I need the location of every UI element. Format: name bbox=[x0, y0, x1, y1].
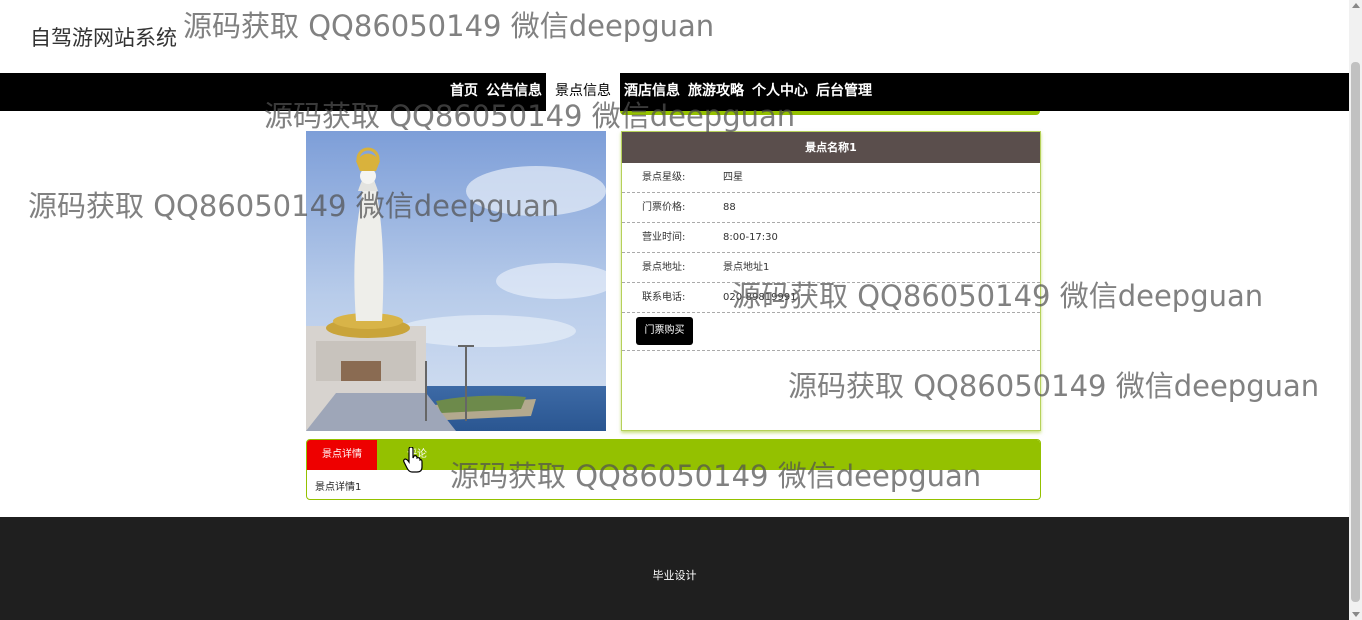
main-nav: 首页 公告信息 景点信息 酒店信息 旅游攻略 个人中心 后台管理 bbox=[0, 73, 1349, 111]
attraction-image bbox=[306, 131, 606, 431]
footer-text: 毕业设计 bbox=[652, 569, 697, 582]
page-scrollbar[interactable] bbox=[1349, 0, 1362, 620]
info-row-hours: 营业时间: 8:00-17:30 bbox=[622, 223, 1040, 253]
rating-value: 四星 bbox=[723, 172, 743, 183]
site-footer: 毕业设计 bbox=[0, 517, 1349, 620]
buy-row: 门票购买 bbox=[622, 313, 1040, 351]
price-label: 门票价格: bbox=[642, 202, 686, 213]
info-row-rating: 景点星级: 四星 bbox=[622, 163, 1040, 193]
nav-item-hotels[interactable]: 酒店信息 bbox=[620, 73, 684, 111]
nav-item-user-center[interactable]: 个人中心 bbox=[748, 73, 812, 111]
address-value: 景点地址1 bbox=[723, 262, 770, 273]
nav-item-home[interactable]: 首页 bbox=[446, 73, 482, 111]
buy-ticket-button[interactable]: 门票购买 bbox=[636, 317, 693, 345]
tab-content: 景点详情1 bbox=[315, 482, 362, 493]
scroll-down-icon[interactable] bbox=[1352, 612, 1360, 617]
attraction-info-panel: 景点名称1 景点星级: 四星 门票价格: 88 营业时间: 8:00-17:30… bbox=[621, 131, 1041, 431]
tab-attraction-details[interactable]: 景点详情 bbox=[307, 440, 377, 470]
info-row-phone: 联系电话: 020-89819991 bbox=[622, 283, 1040, 313]
address-label: 景点地址: bbox=[642, 262, 686, 273]
nav-item-announcements[interactable]: 公告信息 bbox=[482, 73, 546, 111]
phone-label: 联系电话: bbox=[642, 292, 686, 303]
nav-item-attractions[interactable]: 景点信息 bbox=[546, 73, 620, 111]
decorative-strip bbox=[620, 111, 1040, 115]
rating-label: 景点星级: bbox=[642, 172, 686, 183]
price-value: 88 bbox=[723, 202, 736, 213]
scroll-thumb[interactable] bbox=[1351, 62, 1360, 602]
phone-value: 020-89819991 bbox=[723, 292, 797, 303]
attraction-name: 景点名称1 bbox=[622, 132, 1040, 163]
site-title[interactable]: 自驾游网站系统 bbox=[30, 22, 177, 52]
nav-item-admin[interactable]: 后台管理 bbox=[812, 73, 876, 111]
nav-item-travel-guides[interactable]: 旅游攻略 bbox=[684, 73, 748, 111]
scroll-up-icon[interactable] bbox=[1352, 3, 1360, 8]
site-header: 自驾游网站系统 bbox=[0, 0, 1349, 73]
hand-cursor-icon bbox=[403, 447, 423, 473]
info-row-address: 景点地址: 景点地址1 bbox=[622, 253, 1040, 283]
info-row-price: 门票价格: 88 bbox=[622, 193, 1040, 223]
hours-label: 营业时间: bbox=[642, 232, 686, 243]
hours-value: 8:00-17:30 bbox=[723, 232, 778, 243]
